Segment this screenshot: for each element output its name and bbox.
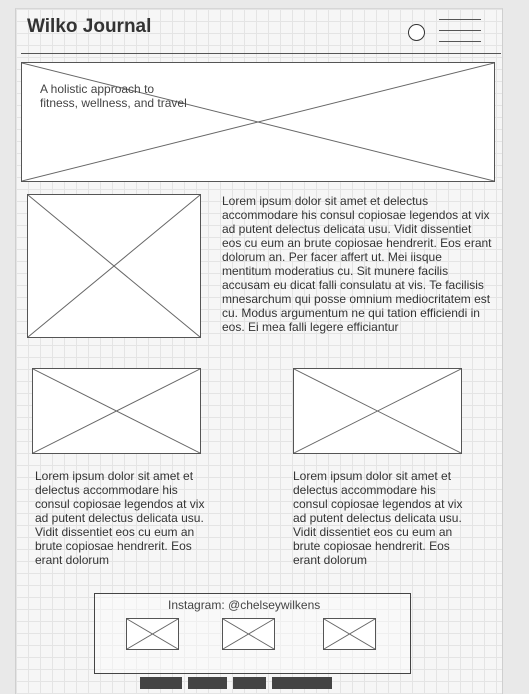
footer-link-block[interactable] <box>140 677 182 689</box>
instagram-thumbnail[interactable] <box>323 618 376 650</box>
image-placeholder-icon <box>294 369 461 453</box>
header-divider <box>21 53 501 54</box>
search-icon[interactable] <box>408 24 425 41</box>
card-body-text: Lorem ipsum dolor sit amet et delectus a… <box>293 469 463 567</box>
card-image-placeholder[interactable] <box>32 368 201 454</box>
instagram-thumbnail[interactable] <box>126 618 179 650</box>
feature-body-text: Lorem ipsum dolor sit amet et delectus a… <box>222 194 492 334</box>
site-title[interactable]: Wilko Journal <box>27 16 151 38</box>
image-placeholder-icon <box>33 369 200 453</box>
hamburger-menu-icon[interactable] <box>439 19 481 42</box>
image-placeholder-icon <box>324 619 375 649</box>
image-placeholder-icon <box>127 619 178 649</box>
card-body-text: Lorem ipsum dolor sit amet et delectus a… <box>35 469 205 567</box>
footer-link-block[interactable] <box>233 677 266 689</box>
hero-image-placeholder <box>21 62 495 182</box>
image-placeholder-icon <box>22 63 494 181</box>
image-placeholder-icon <box>223 619 274 649</box>
hero-tagline: A holistic approach to fitness, wellness… <box>40 82 187 110</box>
footer-link-block[interactable] <box>188 677 227 689</box>
instagram-thumbnail[interactable] <box>222 618 275 650</box>
instagram-handle[interactable]: Instagram: @chelseywilkens <box>168 598 320 612</box>
feature-image-placeholder <box>27 194 201 338</box>
footer-link-block[interactable] <box>272 677 332 689</box>
card-image-placeholder[interactable] <box>293 368 462 454</box>
image-placeholder-icon <box>28 195 200 337</box>
